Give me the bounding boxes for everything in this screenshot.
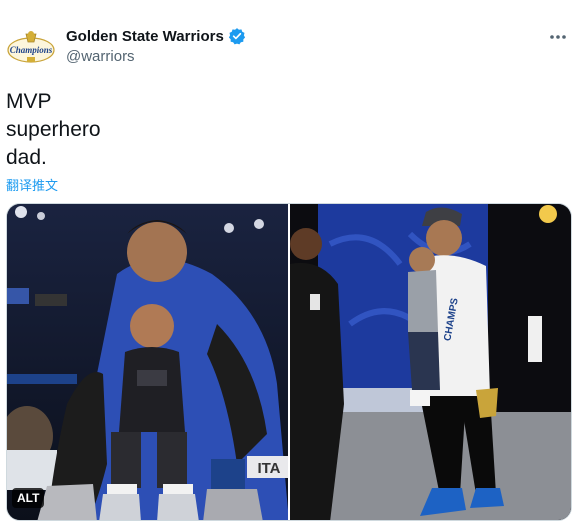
author-display-name[interactable]: Golden State Warriors: [66, 28, 224, 45]
more-options-icon[interactable]: [549, 28, 567, 44]
photo-left[interactable]: ITA: [7, 204, 288, 520]
avatar[interactable]: Champions: [6, 30, 56, 68]
champions-logo: Champions: [7, 31, 55, 63]
photo-right[interactable]: CHAMPS: [290, 204, 571, 520]
verified-badge-icon: [228, 27, 246, 45]
author-handle[interactable]: @warriors: [66, 48, 246, 65]
svg-text:Champions: Champions: [10, 45, 53, 55]
tweet-media[interactable]: ITA CHAMPS: [6, 203, 572, 521]
arena-sign-text: ITA: [257, 460, 280, 477]
translate-tweet-link[interactable]: 翻译推文: [6, 175, 58, 194]
alt-text-badge[interactable]: ALT: [12, 488, 45, 508]
tweet-author[interactable]: Golden State Warriors @warriors: [66, 27, 246, 65]
tweet-text: MVP superhero dad.: [6, 90, 101, 169]
